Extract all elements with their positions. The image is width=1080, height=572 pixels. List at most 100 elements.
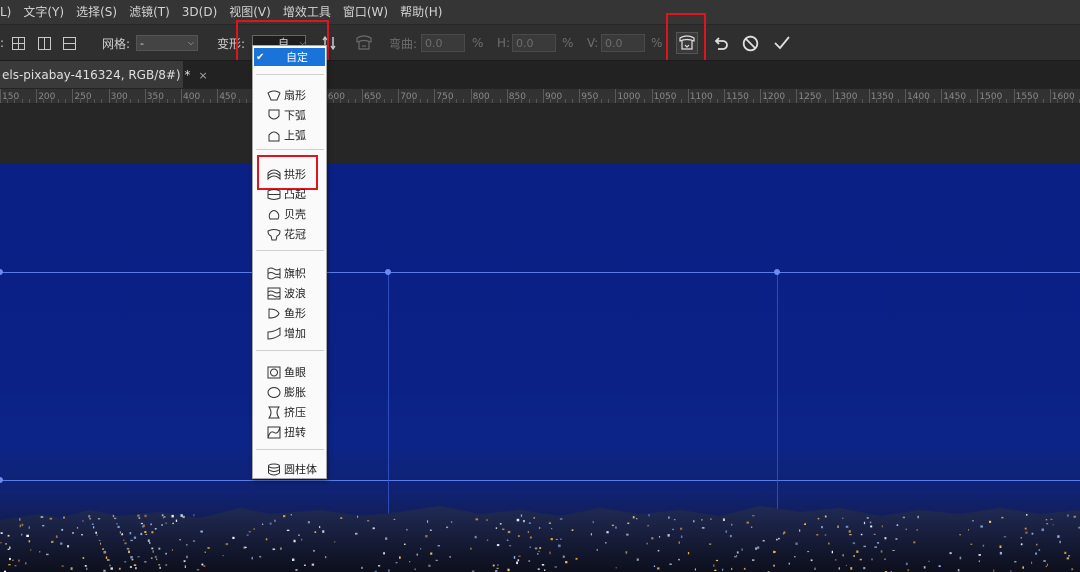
grid-select[interactable]: - ⌵: [136, 35, 198, 51]
bend-input[interactable]: 0.0: [421, 34, 465, 52]
menu-item-type[interactable]: 文字(Y): [17, 0, 70, 24]
close-icon[interactable]: ×: [198, 69, 207, 82]
city-light: [873, 533, 876, 535]
city-light: [537, 553, 539, 555]
menu-item-3d[interactable]: 3D(D): [176, 0, 223, 24]
ruler-minor-tick: [970, 99, 972, 103]
city-light: [817, 517, 820, 520]
document-canvas[interactable]: [0, 164, 1080, 572]
warp-option-arc-upper[interactable]: 上弧: [267, 126, 306, 144]
warp-option-squeeze[interactable]: 挤压: [267, 403, 306, 421]
city-light: [116, 523, 118, 525]
transform-handle[interactable]: [0, 269, 3, 275]
warp-option-fisheye[interactable]: 鱼眼: [267, 363, 306, 381]
menu-item-filter[interactable]: 滤镜(T): [123, 0, 176, 24]
city-light: [722, 568, 724, 571]
city-light: [1014, 561, 1017, 563]
split-vertical-button[interactable]: [38, 25, 51, 61]
ruler-major-tick: [615, 89, 617, 103]
menu-item-help[interactable]: 帮助(H): [394, 0, 448, 24]
city-light: [923, 566, 926, 569]
city-light: [516, 561, 518, 565]
h-percent: %: [562, 36, 574, 50]
warp-option-cylinder[interactable]: 圆柱体: [267, 460, 317, 478]
city-light: [1003, 536, 1007, 538]
warp-option-inflate[interactable]: 膨胀: [267, 383, 306, 401]
ruler-minor-tick: [948, 99, 950, 103]
city-light: [130, 556, 133, 559]
ruler-minor-tick: [593, 99, 595, 103]
city-light: [795, 542, 798, 545]
cancel-transform-button[interactable]: [742, 25, 759, 61]
ruler-major-tick: [724, 89, 725, 103]
city-light: [636, 558, 639, 561]
city-light: [678, 541, 680, 544]
ruler-minor-tick: [781, 99, 783, 103]
warp-option-rise[interactable]: 增加: [267, 324, 306, 342]
warp-mode-icon-button[interactable]: [354, 25, 374, 61]
h-distort-input[interactable]: 0.0: [512, 34, 556, 52]
city-light: [980, 525, 983, 528]
city-light: [993, 569, 995, 572]
warp-option-flag[interactable]: 旗帜: [267, 264, 306, 282]
city-light: [845, 564, 847, 566]
transform-handle[interactable]: [385, 269, 391, 275]
warp-option-flower[interactable]: 花冠: [267, 225, 306, 243]
grid-select-value: -: [140, 36, 144, 50]
v-distort-input[interactable]: 0.0: [601, 34, 645, 52]
warp-option-bulge[interactable]: 凸起: [267, 185, 306, 203]
horizontal-ruler[interactable]: 1502002503003504004505005506006507007508…: [0, 88, 1080, 104]
city-light: [355, 532, 358, 535]
city-light: [274, 519, 276, 522]
ruler-minor-tick: [861, 99, 863, 103]
city-light: [978, 554, 981, 556]
warp-option-wave[interactable]: 波浪: [267, 284, 306, 302]
city-light: [750, 526, 753, 528]
warp-option-arc-lower[interactable]: 下弧: [267, 106, 306, 124]
split-cross-button[interactable]: [12, 25, 25, 61]
warp-option-custom[interactable]: ✔ 自定: [254, 48, 325, 66]
menu-item-layer[interactable]: L): [0, 0, 17, 24]
city-light: [12, 559, 14, 561]
city-light: [311, 563, 315, 566]
ruler-minor-tick: [492, 99, 494, 103]
transform-handle[interactable]: [774, 269, 780, 275]
city-light: [1059, 540, 1061, 544]
undo-transform-button[interactable]: [713, 25, 729, 61]
city-light: [1001, 516, 1004, 519]
ruler-minor-tick: [115, 99, 117, 103]
city-light: [107, 559, 110, 561]
city-light: [253, 528, 255, 530]
city-light: [1057, 535, 1060, 538]
warp-option-arc[interactable]: 扇形: [267, 86, 306, 104]
city-light: [725, 530, 727, 533]
menu-separator: [256, 74, 324, 75]
city-light: [82, 557, 85, 559]
warp-option-fish[interactable]: 鱼形: [267, 304, 306, 322]
commit-transform-button[interactable]: [773, 25, 791, 61]
city-light: [265, 538, 268, 541]
city-light: [835, 559, 837, 561]
menu-item-select[interactable]: 选择(S): [70, 0, 123, 24]
city-light: [605, 542, 607, 544]
ruler-tick-label: 750: [436, 92, 454, 102]
city-light: [799, 529, 801, 532]
ruler-minor-tick: [854, 99, 856, 103]
city-light: [538, 550, 540, 552]
warp-option-shell[interactable]: 贝壳: [267, 205, 306, 223]
ruler-minor-tick: [571, 99, 573, 103]
flower-warp-icon: [267, 228, 281, 241]
city-light: [159, 566, 161, 569]
city-light: [1025, 531, 1028, 534]
warp-option-twist[interactable]: 扭转: [267, 423, 306, 441]
menu-item-window[interactable]: 窗口(W): [337, 0, 394, 24]
city-light: [129, 566, 132, 568]
city-light: [9, 557, 11, 561]
transform-handle[interactable]: [0, 477, 3, 483]
city-light: [513, 556, 516, 559]
document-tab[interactable]: els-pixabay-416324, RGB/8#) * ×: [0, 61, 208, 89]
city-light: [152, 550, 154, 553]
city-light: [590, 533, 592, 536]
split-horizontal-button[interactable]: [63, 25, 76, 61]
menu-separator: [256, 250, 324, 251]
